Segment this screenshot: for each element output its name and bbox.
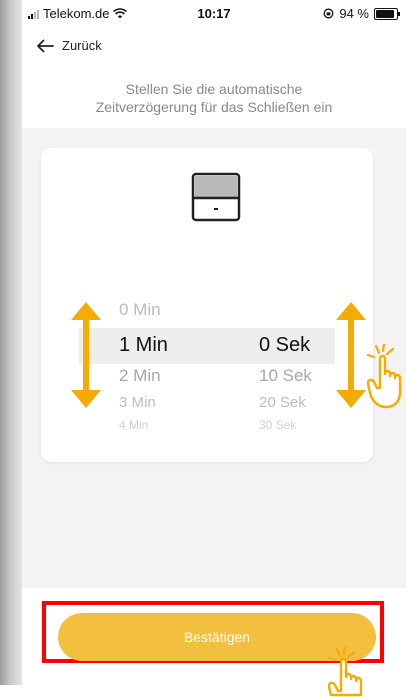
- picker-seconds-value: 10 Sek: [259, 366, 312, 385]
- back-label: Zurück: [62, 38, 102, 53]
- timer-card: 0 Min 1 Min 0 Sek 2 Min 10 Sek 3 Min 20 …: [41, 148, 373, 462]
- instruction-line-1: Stellen Sie die automatische: [125, 81, 303, 97]
- status-bar: Telekom.de 10:17 94 %: [22, 0, 406, 30]
- picker-minutes-value: 3 Min: [119, 394, 156, 411]
- picker-minutes-selected: 1 Min: [119, 334, 168, 356]
- battery-group: 94 %: [323, 6, 400, 21]
- double-arrow-right-icon: [336, 302, 366, 408]
- battery-percent: 94 %: [339, 6, 369, 21]
- picker-minutes-value: 4 Min: [119, 418, 149, 432]
- left-edge-stripe: [0, 0, 22, 685]
- back-button[interactable]: Zurück: [36, 38, 102, 53]
- pointing-hand-icon: [328, 647, 363, 697]
- battery-icon: [374, 7, 400, 20]
- picker-seconds-selected: 0 Sek: [259, 334, 311, 356]
- double-arrow-left-icon: [71, 302, 101, 408]
- picker-minutes-value: 2 Min: [119, 366, 161, 385]
- picker-row[interactable]: 4 Min 30 Sek: [41, 418, 373, 432]
- picker-seconds-value: 20 Sek: [259, 394, 306, 411]
- orientation-lock-icon: [323, 8, 334, 19]
- garage-door-icon: [191, 172, 241, 222]
- picker-minutes-value: 0 Min: [119, 300, 161, 319]
- app-screen: Telekom.de 10:17 94 % Zurück Stellen Sie…: [22, 0, 406, 697]
- pointing-hand-icon: [367, 344, 402, 409]
- instruction-line-2: Zeitverzögerung für das Schließen ein: [95, 99, 333, 115]
- instruction-text: Stellen Sie die automatische Zeitverzöge…: [22, 80, 406, 116]
- arrow-left-icon: [37, 39, 54, 52]
- picker-seconds-value: 30 Sek: [259, 418, 297, 432]
